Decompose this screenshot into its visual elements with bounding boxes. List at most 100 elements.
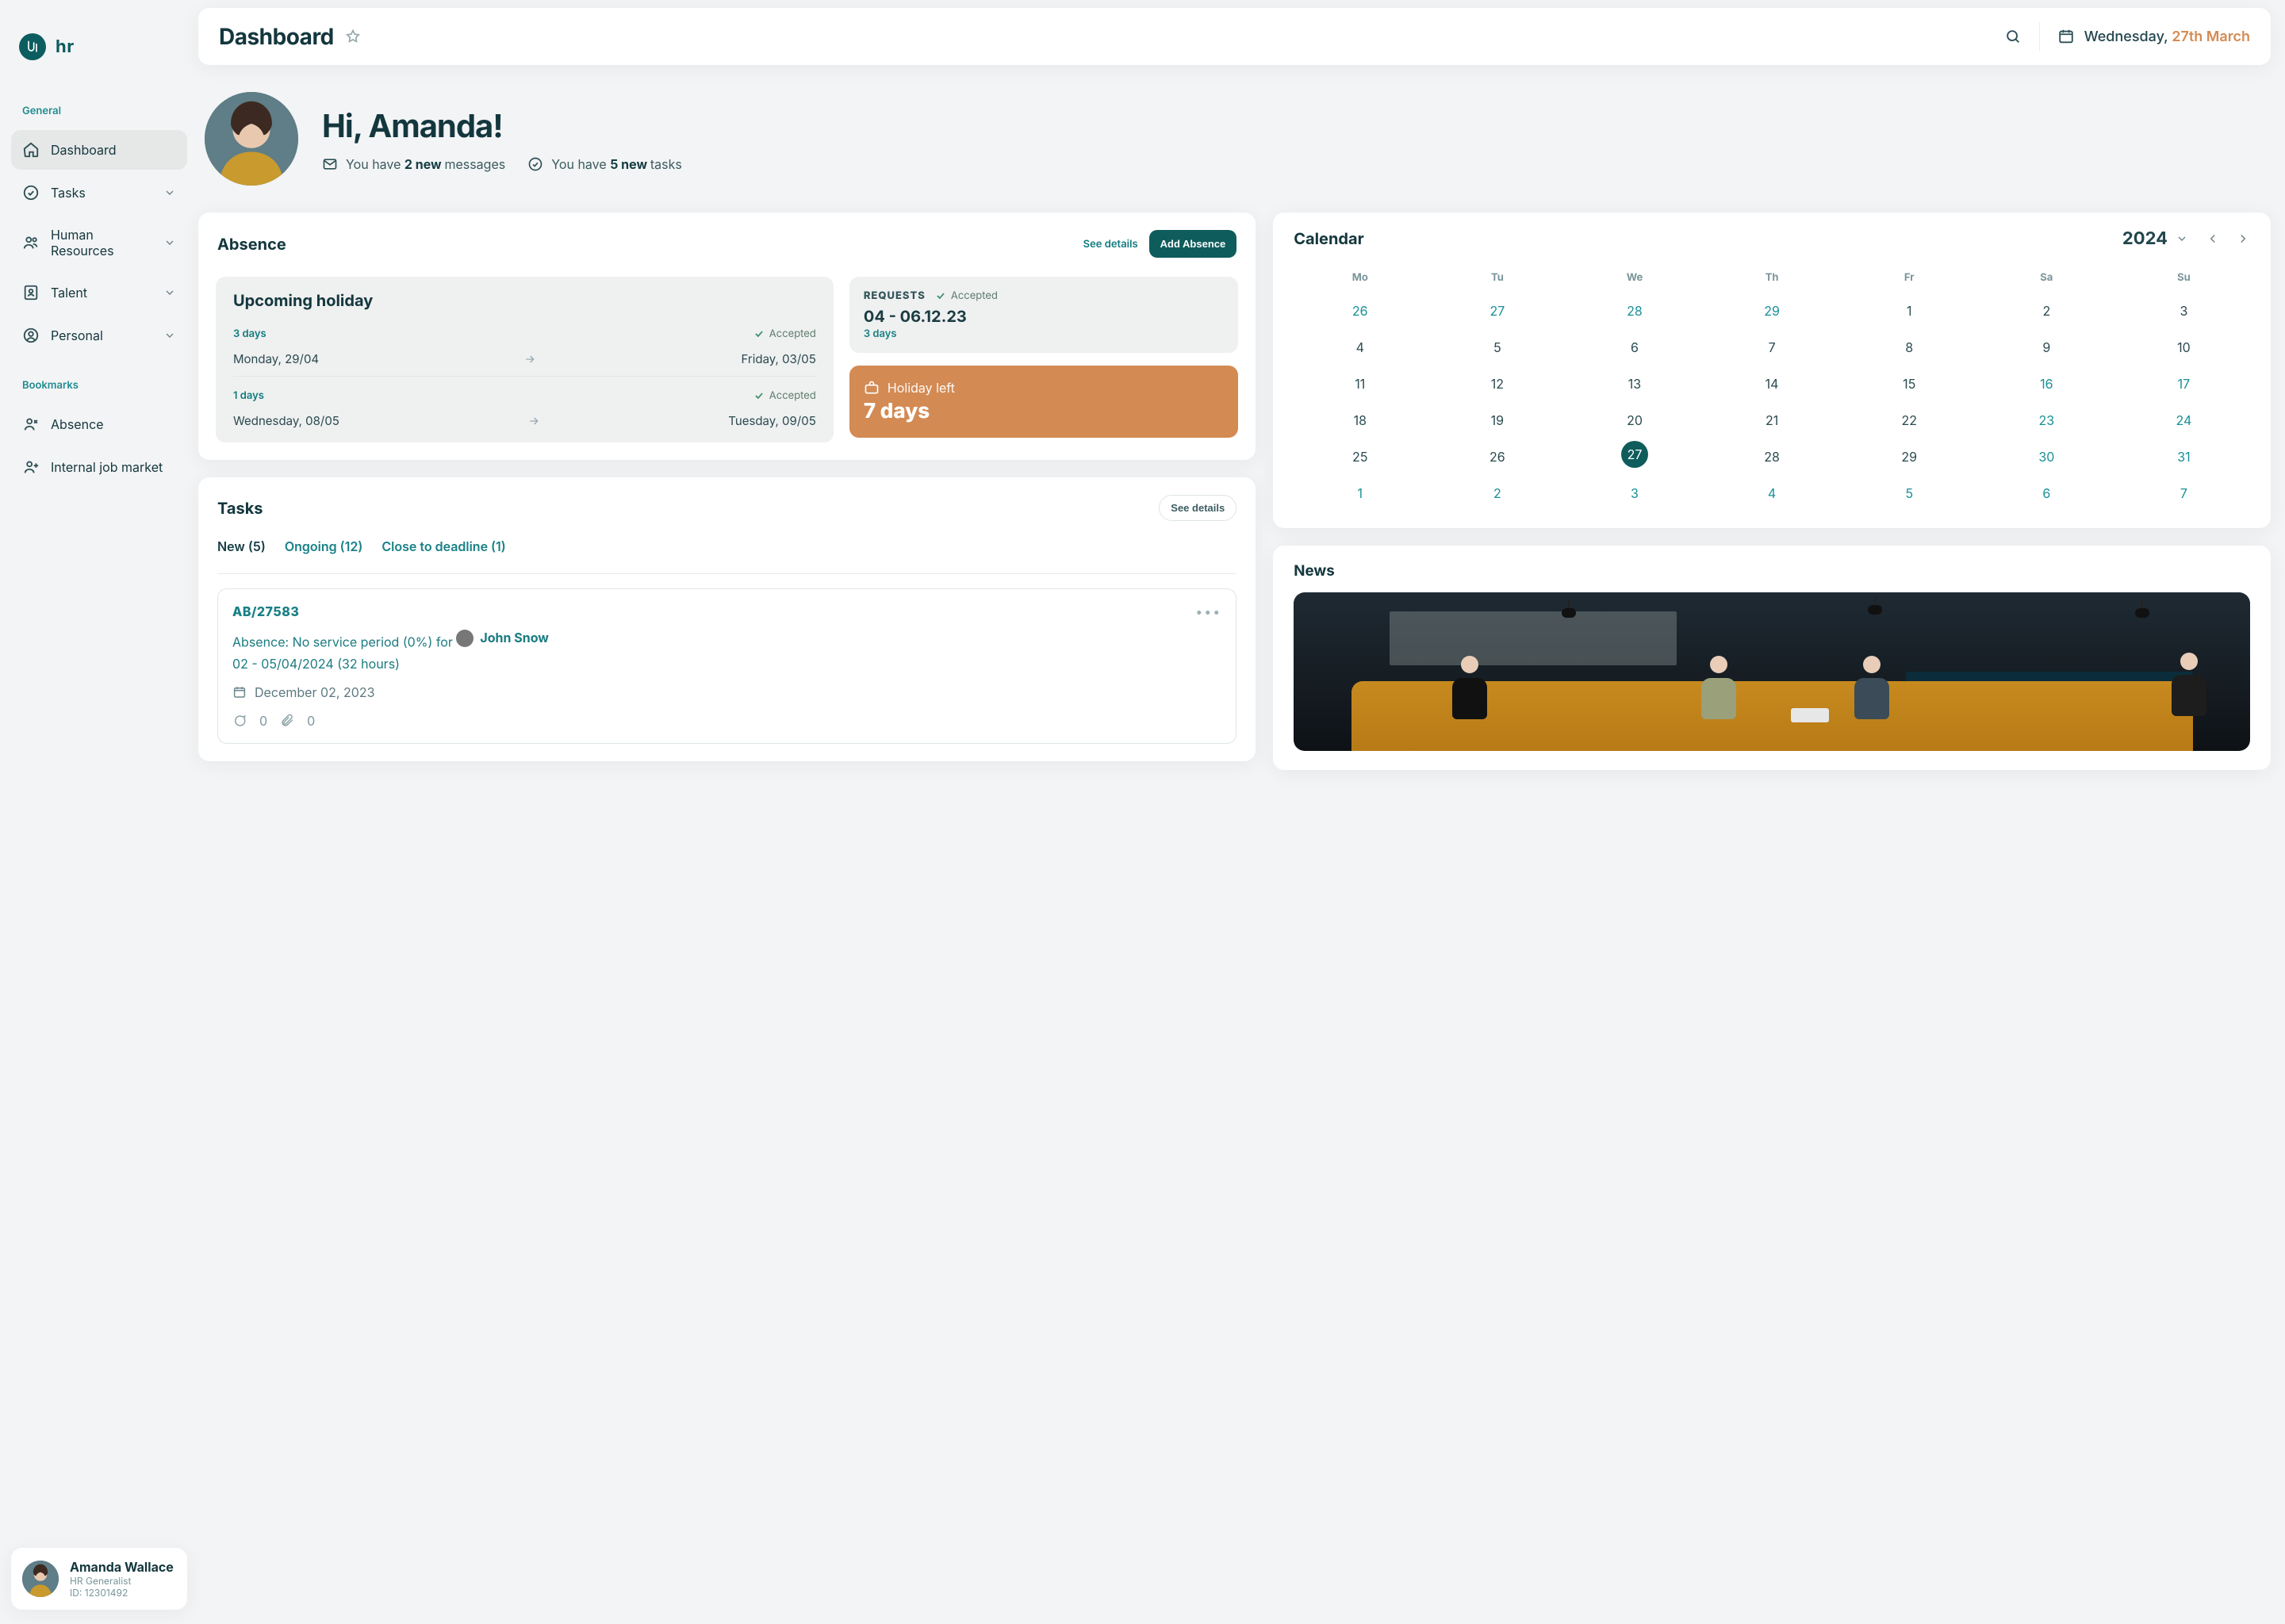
- calendar-day[interactable]: 20: [1568, 404, 1700, 436]
- more-menu-icon[interactable]: •••: [1195, 603, 1221, 619]
- chevron-down-icon: [163, 329, 176, 342]
- add-absence-button[interactable]: Add Absence: [1149, 230, 1237, 258]
- calendar-day[interactable]: 2: [1980, 295, 2113, 327]
- sidebar-item-label: Personal: [51, 327, 103, 343]
- calendar-day[interactable]: 6: [1568, 331, 1700, 363]
- task-card[interactable]: AB/27583 ••• Absence: No service period …: [217, 588, 1236, 744]
- calendar-day[interactable]: 30: [1980, 441, 2113, 473]
- calendar-day[interactable]: 17: [2118, 368, 2250, 400]
- tasks-see-details-button[interactable]: See details: [1159, 495, 1236, 521]
- calendar-day[interactable]: 5: [1843, 477, 1976, 509]
- task-line2: 02 - 05/04/2024 (32 hours): [232, 653, 1221, 675]
- user-role: HR Generalist: [70, 1575, 174, 1587]
- topbar-divider: [2039, 22, 2040, 51]
- tab-new[interactable]: New (5): [217, 538, 266, 562]
- sidebar-item-job-market[interactable]: Internal job market: [11, 447, 187, 487]
- profile-avatar: [205, 92, 298, 186]
- assignee-name: John Snow: [480, 627, 549, 649]
- chevron-left-icon[interactable]: [2206, 232, 2220, 246]
- briefcase-icon: [864, 380, 880, 396]
- tab-close-deadline[interactable]: Close to deadline (1): [381, 538, 505, 562]
- calendar-day[interactable]: 21: [1706, 404, 1838, 436]
- date-text: Wednesday, 27th March: [2084, 29, 2250, 45]
- requests-title: REQUESTS: [864, 289, 926, 302]
- calendar-day-today[interactable]: 27: [1621, 441, 1648, 468]
- calendar-day[interactable]: 28: [1568, 295, 1700, 327]
- sidebar-item-dashboard[interactable]: Dashboard: [11, 130, 187, 170]
- absence-see-details-link[interactable]: See details: [1083, 238, 1138, 251]
- calendar-dow: Su: [2118, 265, 2250, 290]
- calendar-day[interactable]: 23: [1980, 404, 2113, 436]
- calendar-day[interactable]: 24: [2118, 404, 2250, 436]
- calendar-day[interactable]: 11: [1294, 368, 1426, 400]
- task-description: Absence: No service period (0%) for John…: [232, 627, 1221, 675]
- sidebar-item-absence[interactable]: Absence: [11, 404, 187, 444]
- topbar-date[interactable]: Wednesday, 27th March: [2057, 28, 2250, 45]
- calendar-day[interactable]: 5: [1431, 331, 1563, 363]
- calendar-day[interactable]: 29: [1706, 295, 1838, 327]
- tab-ongoing[interactable]: Ongoing (12): [285, 538, 363, 562]
- calendar-day[interactable]: 3: [1568, 477, 1700, 509]
- calendar-day[interactable]: 13: [1568, 368, 1700, 400]
- calendar-day[interactable]: 12: [1431, 368, 1563, 400]
- to-date-1: Friday, 03/05: [741, 351, 815, 366]
- calendar-day[interactable]: 9: [1980, 331, 2113, 363]
- sidebar-item-tasks[interactable]: Tasks: [11, 173, 187, 213]
- tasks-chip[interactable]: You have 5 new tasks: [527, 156, 682, 172]
- news-image[interactable]: [1294, 592, 2250, 751]
- calendar-day[interactable]: 19: [1431, 404, 1563, 436]
- sidebar-item-personal[interactable]: Personal: [11, 316, 187, 355]
- star-outline-icon[interactable]: [345, 29, 361, 44]
- calendar-day[interactable]: 4: [1294, 331, 1426, 363]
- holiday-left-title: Holiday left: [888, 380, 955, 396]
- year-select[interactable]: 2024: [2122, 228, 2188, 249]
- sidebar-item-talent[interactable]: Talent: [11, 273, 187, 312]
- arrow-right-icon: [523, 353, 536, 366]
- calendar-day[interactable]: 2: [1431, 477, 1563, 509]
- messages-chip[interactable]: You have 2 new messages: [322, 156, 505, 172]
- user-avatar: [22, 1561, 59, 1597]
- accepted-badge: Accepted: [935, 289, 998, 302]
- task-id: AB/27583: [232, 603, 299, 619]
- calendar-day[interactable]: 25: [1294, 441, 1426, 473]
- calendar-dow: Sa: [1980, 265, 2113, 290]
- request-range: 04 - 06.12.23: [864, 307, 1224, 326]
- sidebar-item-label: Dashboard: [51, 142, 117, 158]
- calendar-day[interactable]: 14: [1706, 368, 1838, 400]
- calendar-day[interactable]: 6: [1980, 477, 2113, 509]
- search-icon[interactable]: [2004, 28, 2022, 45]
- calendar-day[interactable]: 22: [1843, 404, 1976, 436]
- calendar-day[interactable]: 4: [1706, 477, 1838, 509]
- calendar-day[interactable]: 7: [2118, 477, 2250, 509]
- calendar-day[interactable]: 18: [1294, 404, 1426, 436]
- chevron-right-icon[interactable]: [2236, 232, 2250, 246]
- from-date-1: Monday, 29/04: [233, 351, 319, 366]
- check-circle-icon: [22, 184, 40, 201]
- calendar-day[interactable]: 26: [1294, 295, 1426, 327]
- calendar-day[interactable]: 28: [1706, 441, 1838, 473]
- absence-panel: Absence See details Add Absence Upcoming…: [198, 213, 1256, 460]
- sidebar-item-hr[interactable]: Human Resources: [11, 216, 187, 270]
- calendar-day[interactable]: 1: [1843, 295, 1976, 327]
- id-badge-icon: [22, 284, 40, 301]
- calendar-day[interactable]: 10: [2118, 331, 2250, 363]
- calendar-day[interactable]: 26: [1431, 441, 1563, 473]
- news-panel: News: [1273, 546, 2271, 770]
- attachment-icon[interactable]: [280, 714, 294, 728]
- calendar-day[interactable]: 16: [1980, 368, 2113, 400]
- comment-icon[interactable]: [232, 714, 247, 728]
- calendar-day[interactable]: 3: [2118, 295, 2250, 327]
- sidebar-section-bookmarks-label: Bookmarks: [22, 379, 176, 392]
- request-card[interactable]: REQUESTS Accepted 04 - 06.12.23 3 days: [849, 277, 1238, 353]
- holiday-days-2: 1 days: [233, 389, 264, 402]
- calendar-day[interactable]: 7: [1706, 331, 1838, 363]
- brand: hr: [19, 33, 179, 60]
- calendar-day[interactable]: 1: [1294, 477, 1426, 509]
- calendar-day[interactable]: 8: [1843, 331, 1976, 363]
- tasks-tabs: New (5) Ongoing (12) Close to deadline (…: [217, 530, 1236, 574]
- calendar-day[interactable]: 29: [1843, 441, 1976, 473]
- user-card[interactable]: Amanda Wallace HR Generalist ID: 1230149…: [11, 1548, 187, 1610]
- calendar-day[interactable]: 31: [2118, 441, 2250, 473]
- calendar-day[interactable]: 27: [1431, 295, 1563, 327]
- calendar-day[interactable]: 15: [1843, 368, 1976, 400]
